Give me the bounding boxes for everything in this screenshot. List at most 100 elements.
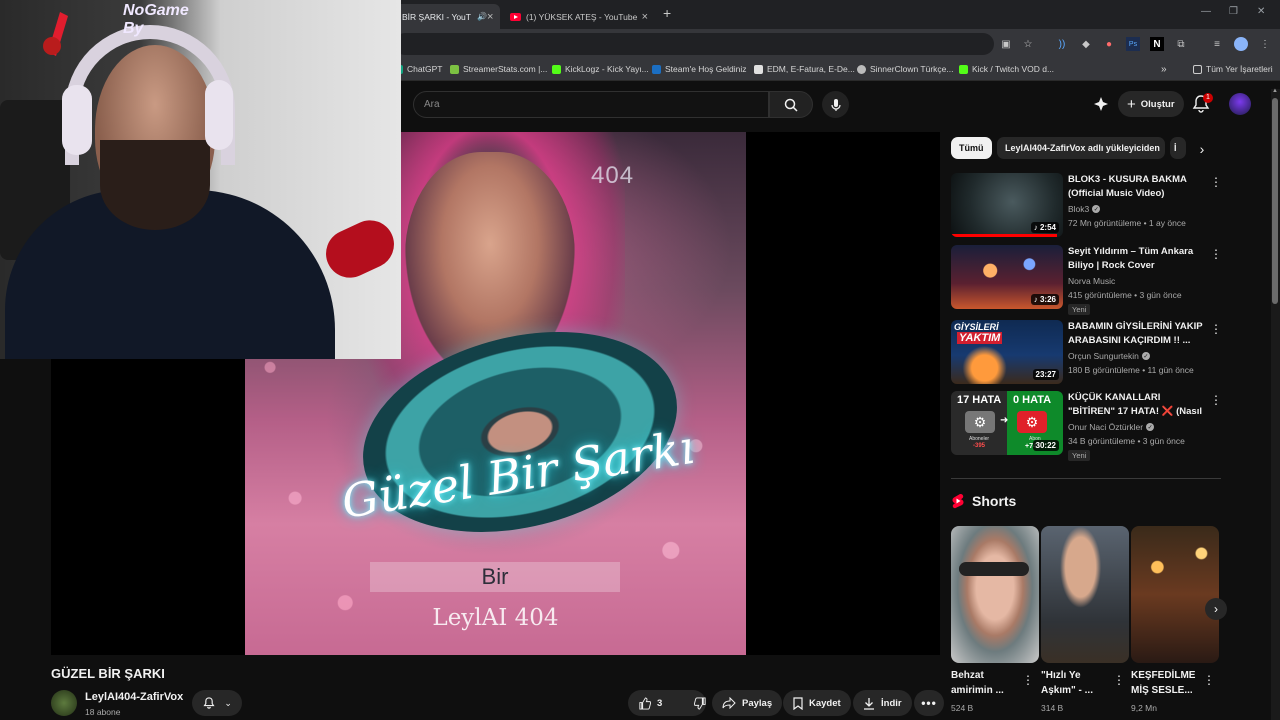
duration-badge: ♪ 3:26 xyxy=(1030,294,1059,305)
kebab-menu-icon[interactable]: ⋮ xyxy=(1210,175,1222,189)
gear-icon: ⚙ xyxy=(1017,411,1047,433)
profile-avatar-icon[interactable] xyxy=(1234,37,1248,51)
chip-partial[interactable]: İ xyxy=(1170,137,1186,159)
thumbnail-text: YAKTIM xyxy=(957,332,1003,344)
channel-label: Blok3 xyxy=(1068,204,1090,214)
tab-yuksek-ates[interactable]: (1) YÜKSEK ATEŞ - YouTube × xyxy=(502,4,656,29)
microphone-prop xyxy=(318,212,401,286)
shorts-thumbnail[interactable] xyxy=(1041,526,1129,663)
kebab-menu-icon[interactable]: ⋮ xyxy=(1113,673,1125,687)
kebab-menu-icon[interactable]: ⋮ xyxy=(1210,393,1222,407)
youtube-premium-spark-icon[interactable] xyxy=(1092,95,1110,113)
duration-badge: 30:22 xyxy=(1032,440,1059,451)
microphone-icon xyxy=(830,98,841,111)
kick-icon xyxy=(959,64,968,74)
close-tab-icon[interactable]: × xyxy=(487,11,493,23)
voice-search-button[interactable] xyxy=(822,91,849,118)
recommendation-title: BABAMIN GİYSİLERİNİ YAKIP ARABASINI KAÇI… xyxy=(1068,321,1203,346)
bookmark-chatgpt[interactable]: ChatGPT xyxy=(394,64,442,74)
recommendation-channel: Blok3 ✓ xyxy=(1068,204,1101,214)
bookmark-label: Tüm Yer İşaretleri xyxy=(1206,64,1273,74)
bookmark-star-icon[interactable]: ☆ xyxy=(1021,37,1035,51)
chip-all[interactable]: Tümü xyxy=(951,137,992,159)
extension-ps-icon[interactable]: Ps xyxy=(1126,37,1140,51)
bookmark-streamerstats[interactable]: StreamerStats.com |... xyxy=(450,64,547,74)
download-button[interactable]: İndir xyxy=(853,690,912,716)
folder-icon xyxy=(1193,64,1202,74)
browser-menu-icon[interactable]: ⋮ xyxy=(1258,37,1272,51)
extension-red-icon[interactable]: ● xyxy=(1102,37,1116,51)
close-tab-icon[interactable]: × xyxy=(642,11,648,23)
search-input[interactable]: Ara xyxy=(413,91,769,118)
bookmarks-overflow-icon[interactable]: » xyxy=(1161,64,1167,75)
video-thumbnail[interactable]: ♪ 2:54 xyxy=(951,173,1063,237)
chip-label: LeylAI404-ZafirVox adlı yükleyiciden xyxy=(1005,143,1160,153)
save-button[interactable]: Kaydet xyxy=(783,690,851,716)
kebab-menu-icon[interactable]: ⋮ xyxy=(1022,673,1034,687)
short-title[interactable]: Behzat amirimin ... xyxy=(951,668,1023,698)
channel-avatar[interactable] xyxy=(51,690,77,716)
video-thumbnail[interactable]: 17 HATA 0 HATA ⚙ ➜ ⚙ Aboneler -395 Abon … xyxy=(951,391,1063,455)
create-button[interactable]: + Oluştur xyxy=(1118,91,1184,117)
media-controls-icon[interactable]: ≡ xyxy=(1210,37,1224,51)
share-label: Paylaş xyxy=(742,697,773,709)
bookmark-kicklogz[interactable]: KickLogz - Kick Yayı... xyxy=(552,64,649,74)
search-button[interactable] xyxy=(769,91,813,118)
extension-sound-icon[interactable]: )) xyxy=(1055,37,1069,51)
bookmark-sinnerclown[interactable]: SinnerClown Türkçe... xyxy=(857,64,953,74)
bookmark-label: EDM, E-Fatura, E-De... xyxy=(767,64,855,74)
like-button[interactable]: 3 xyxy=(628,690,672,716)
recommendation-item[interactable]: GİYSİLERİ YAKTIM 23:27 BABAMIN GİYSİLERİ… xyxy=(951,320,1222,388)
cast-icon[interactable]: ▣ xyxy=(999,37,1013,51)
recommendation-item[interactable]: ♪ 3:26 Seyit Yıldırım – Tüm Ankara Biliy… xyxy=(951,245,1222,315)
recommendation-title: BLOK3 - KUSURA BAKMA (Official Music Vid… xyxy=(1068,174,1187,199)
bookmark-kick-twitch-vod[interactable]: Kick / Twitch VOD d... xyxy=(959,64,1054,74)
shorts-thumbnail[interactable] xyxy=(951,526,1039,663)
more-horizontal-icon: ••• xyxy=(921,696,937,710)
extension-diamond-icon[interactable]: ◆ xyxy=(1079,37,1093,51)
short-title[interactable]: "Hızlı Ye Aşkım" - ... xyxy=(1041,668,1113,698)
bookmark-edm[interactable]: EDM, E-Fatura, E-De... xyxy=(754,64,855,74)
share-button[interactable]: Paylaş xyxy=(712,690,783,716)
channel-label: Orçun Sungurtekin xyxy=(1068,351,1139,361)
kebab-menu-icon[interactable]: ⋮ xyxy=(1210,322,1222,336)
shorts-thumbnail[interactable] xyxy=(1131,526,1219,663)
overlay-logo-mark-icon xyxy=(43,12,68,56)
bookmark-steam[interactable]: Steam'e Hoş Geldiniz xyxy=(652,64,746,74)
extension-notion-icon[interactable]: N xyxy=(1150,37,1164,51)
new-badge: Yeni xyxy=(1068,304,1091,315)
bookmark-label: Kick / Twitch VOD d... xyxy=(972,64,1055,74)
arrow-right-icon: ➜ xyxy=(1000,415,1009,426)
channel-name[interactable]: LeylAI404-ZafirVox xyxy=(85,691,183,703)
new-tab-button[interactable]: + xyxy=(663,5,671,21)
kebab-menu-icon[interactable]: ⋮ xyxy=(1203,673,1215,687)
restore-icon[interactable]: ❐ xyxy=(1229,6,1238,17)
subscription-bell-button[interactable]: ⌄ xyxy=(192,690,242,716)
short-title[interactable]: KEŞFEDİLME MİŞ SESLE... xyxy=(1131,668,1203,698)
video-thumbnail[interactable]: ♪ 3:26 xyxy=(951,245,1063,309)
minimize-icon[interactable]: — xyxy=(1201,6,1211,17)
close-window-icon[interactable]: ✕ xyxy=(1257,6,1265,17)
recommendation-item[interactable]: 17 HATA 0 HATA ⚙ ➜ ⚙ Aboneler -395 Abon … xyxy=(951,391,1222,461)
kebab-menu-icon[interactable]: ⋮ xyxy=(1210,247,1222,261)
more-actions-button[interactable]: ••• xyxy=(914,690,944,716)
shorts-next-chevron-icon[interactable]: › xyxy=(1205,598,1227,620)
page-scrollbar-thumb[interactable] xyxy=(1272,98,1278,304)
scroll-up-arrow-icon[interactable]: ▲ xyxy=(1272,88,1278,94)
share-arrow-icon xyxy=(722,697,736,709)
streamerstats-icon xyxy=(450,64,459,74)
sinnerclown-icon xyxy=(857,64,866,74)
short-views: 314 B xyxy=(1041,703,1064,713)
account-avatar[interactable] xyxy=(1229,93,1251,115)
recommendation-meta: 72 Mn görüntüleme • 1 ay önce xyxy=(1068,218,1186,228)
bookmark-all-folder[interactable]: Tüm Yer İşaretleri xyxy=(1193,64,1273,74)
short-views: 9,2 Mn xyxy=(1131,703,1157,713)
address-bar[interactable] xyxy=(394,33,994,55)
verified-icon: ✓ xyxy=(1141,352,1150,360)
recommendation-item[interactable]: ♪ 2:54 BLOK3 - KUSURA BAKMA (Official Mu… xyxy=(951,173,1222,241)
tab-guzel-bir-sarki[interactable]: BİR ŞARKI - YouT 🔊 × xyxy=(394,4,500,29)
extensions-puzzle-icon[interactable]: ⧉ xyxy=(1174,37,1188,51)
chip-from-uploader[interactable]: LeylAI404-ZafirVox adlı yükleyiciden xyxy=(997,137,1165,159)
video-thumbnail[interactable]: GİYSİLERİ YAKTIM 23:27 xyxy=(951,320,1063,384)
chips-next-chevron-icon[interactable]: › xyxy=(1192,139,1212,159)
